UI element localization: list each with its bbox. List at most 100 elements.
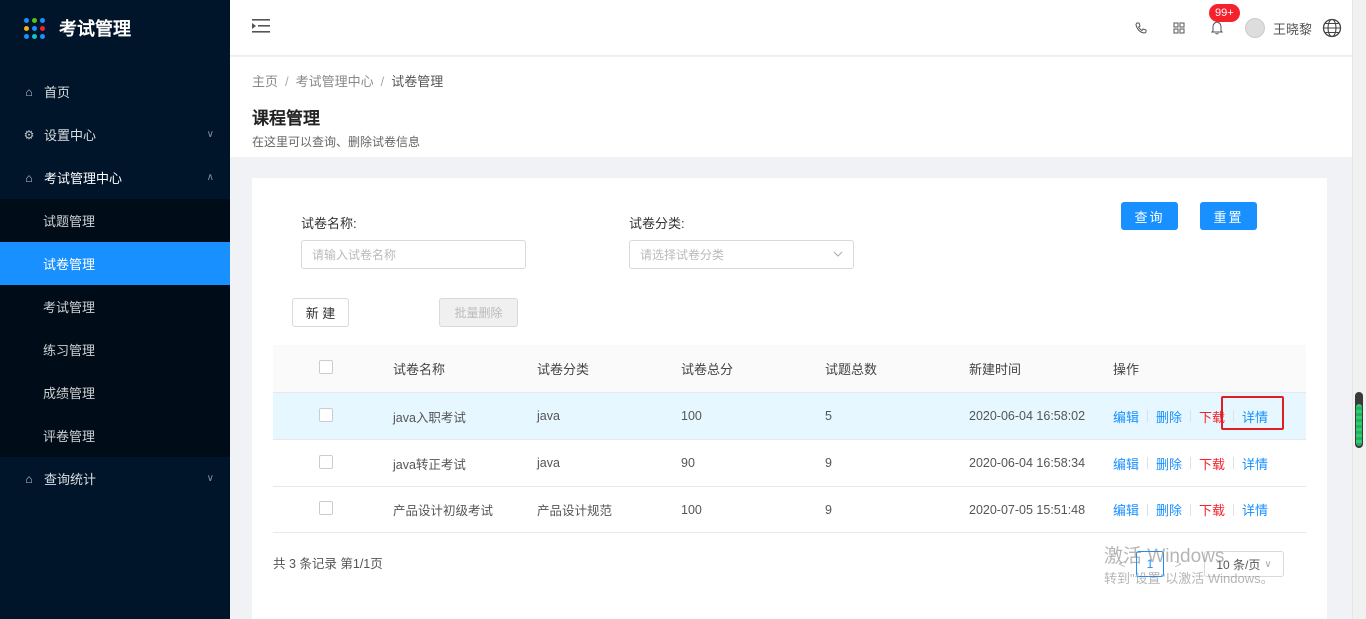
sidebar-subitem-questions[interactable]: 试题管理 <box>0 199 230 242</box>
sidebar-menu: ⌂ 首页 ⚙ 设置中心 ∨ ⌂ 考试管理中心 ∧ 试题管理 试卷管理 考试管理 … <box>0 70 230 500</box>
batch-delete-button[interactable]: 批量删除 <box>439 298 518 327</box>
edit-link[interactable]: 编辑 <box>1113 454 1139 473</box>
chevron-up-icon: ∧ <box>206 172 214 183</box>
sidebar: 考试管理 ⌂ 首页 ⚙ 设置中心 ∨ ⌂ 考试管理中心 ∧ 试题管理 试卷管理 … <box>0 0 230 619</box>
paper-score: 90 <box>681 456 695 470</box>
sidebar-item-label: 考试管理中心 <box>44 171 123 186</box>
edit-link[interactable]: 编辑 <box>1113 500 1139 519</box>
notification-badge: 99+ <box>1208 4 1240 22</box>
paper-name: 产品设计初级考试 <box>393 504 494 518</box>
column-header: 试卷分类 <box>537 362 590 377</box>
paper-name: java入职考试 <box>393 410 466 425</box>
column-header: 试卷名称 <box>393 362 446 377</box>
paper-score: 100 <box>681 409 702 423</box>
papers-table: 试卷名称 试卷分类 试卷总分 试题总数 新建时间 操作 java入职考试 jav… <box>273 345 1306 533</box>
avatar[interactable] <box>1244 18 1265 38</box>
phone-icon[interactable] <box>1127 14 1155 42</box>
paper-created-time: 2020-06-04 16:58:34 <box>969 456 1086 470</box>
sidebar-subitem-papers[interactable]: 试卷管理 <box>0 242 230 285</box>
paper-created-time: 2020-07-05 15:51:48 <box>969 502 1086 517</box>
row-checkbox[interactable] <box>319 501 333 515</box>
query-button[interactable]: 查询 <box>1121 202 1178 230</box>
column-header: 操作 <box>1113 362 1140 377</box>
column-header: 新建时间 <box>969 362 1022 377</box>
sidebar-subitem-grading[interactable]: 评卷管理 <box>0 414 230 457</box>
breadcrumb-home[interactable]: 主页 <box>252 74 278 89</box>
select-all-checkbox[interactable] <box>319 360 333 374</box>
reset-button[interactable]: 重置 <box>1200 202 1257 230</box>
pagination-summary: 共 3 条记录 第1/1页 <box>273 557 383 571</box>
download-link[interactable]: 下载 <box>1199 454 1225 473</box>
paper-name: java转正考试 <box>393 457 466 472</box>
sidebar-item-home[interactable]: ⌂ 首页 <box>0 70 230 113</box>
app-logo[interactable]: 考试管理 <box>0 0 230 56</box>
breadcrumb-exam-center[interactable]: 考试管理中心 <box>296 74 374 89</box>
column-header: 试卷总分 <box>681 362 734 377</box>
sidebar-item-label: 设置中心 <box>44 128 97 143</box>
sidebar-item-statistics[interactable]: ⌂ 查询统计 ∨ <box>0 457 230 500</box>
paper-category-label: 试卷分类: <box>629 216 685 231</box>
apps-grid-icon <box>24 17 45 39</box>
detail-highlight-box <box>1221 396 1284 430</box>
globe-icon[interactable] <box>1322 18 1342 38</box>
column-header: 试题总数 <box>825 362 878 377</box>
chevron-down-icon: ∨ <box>206 129 214 140</box>
home-icon: ⌂ <box>25 170 33 185</box>
delete-link[interactable]: 删除 <box>1156 407 1182 426</box>
home-icon: ⌂ <box>25 84 33 99</box>
page-description: 在这里可以查询、删除试卷信息 <box>252 135 421 149</box>
detail-link[interactable]: 详情 <box>1242 454 1268 473</box>
row-actions: 编辑 删除 下载 详情 <box>1113 500 1303 519</box>
paper-question-count: 9 <box>825 502 832 517</box>
breadcrumb-current: 试卷管理 <box>391 74 444 89</box>
paper-name-label: 试卷名称: <box>301 216 357 231</box>
row-checkbox[interactable] <box>319 407 333 422</box>
windows-activation-hint: 转到"设置"以激活 Windows。 <box>1104 571 1274 586</box>
sidebar-item-label: 首页 <box>44 85 71 100</box>
chevron-down-icon <box>833 251 843 257</box>
sidebar-item-exam-center[interactable]: ⌂ 考试管理中心 ∧ <box>0 156 230 199</box>
home-icon: ⌂ <box>25 471 33 486</box>
paper-score: 100 <box>681 502 702 517</box>
download-link[interactable]: 下载 <box>1199 500 1225 519</box>
username[interactable]: 王晓黎 <box>1273 19 1312 38</box>
edit-link[interactable]: 编辑 <box>1113 407 1139 426</box>
paper-question-count: 5 <box>825 409 832 423</box>
breadcrumb: 主页 / 考试管理中心 / 试卷管理 <box>252 74 444 89</box>
paper-category: java <box>537 456 560 470</box>
detail-link[interactable]: 详情 <box>1242 500 1268 519</box>
sidebar-submenu: 试题管理 试卷管理 考试管理 练习管理 成绩管理 评卷管理 <box>0 199 230 457</box>
row-checkbox[interactable] <box>319 454 333 469</box>
gear-icon: ⚙ <box>23 127 35 142</box>
top-header: 99+ 王晓黎 <box>230 0 1352 56</box>
paper-category-select[interactable]: 请选择试卷分类 <box>629 240 854 269</box>
vertical-scrollbar[interactable] <box>1352 0 1366 619</box>
page-header: 主页 / 考试管理中心 / 试卷管理 课程管理 在这里可以查询、删除试卷信息 <box>230 57 1352 157</box>
sidebar-subitem-exams[interactable]: 考试管理 <box>0 285 230 328</box>
delete-link[interactable]: 删除 <box>1156 500 1182 519</box>
select-placeholder: 请选择试卷分类 <box>640 248 725 262</box>
paper-created-time: 2020-06-04 16:58:02 <box>969 409 1086 423</box>
paper-question-count: 9 <box>825 456 832 470</box>
bell-icon[interactable]: 99+ <box>1203 4 1240 42</box>
windows-activation-watermark: 激活 Windows <box>1104 546 1225 567</box>
header-actions: 99+ 王晓黎 <box>1117 0 1342 56</box>
sidebar-item-settings[interactable]: ⚙ 设置中心 ∨ <box>0 113 230 156</box>
app-title: 考试管理 <box>59 19 131 39</box>
paper-category: java <box>537 409 560 423</box>
delete-link[interactable]: 删除 <box>1156 454 1182 473</box>
row-actions: 编辑 删除 下载 详情 <box>1113 454 1303 473</box>
sidebar-subitem-practice[interactable]: 练习管理 <box>0 328 230 371</box>
paper-name-input[interactable]: 请输入试卷名称 <box>301 240 526 269</box>
grid-icon[interactable] <box>1165 14 1193 42</box>
page-title: 课程管理 <box>252 109 320 128</box>
sidebar-subitem-scores[interactable]: 成绩管理 <box>0 371 230 414</box>
menu-fold-icon[interactable] <box>252 18 270 34</box>
scrollbar-grip <box>1356 404 1362 446</box>
chevron-down-icon: ∨ <box>206 473 214 484</box>
paper-category: 产品设计规范 <box>537 504 613 518</box>
table-header: 试卷名称 试卷分类 试卷总分 试题总数 新建时间 操作 <box>273 345 1306 392</box>
table-row: java入职考试 java 100 5 2020-06-04 16:58:02 … <box>273 392 1306 439</box>
new-button[interactable]: 新 建 <box>292 298 349 327</box>
table-row: java转正考试 java 90 9 2020-06-04 16:58:34 编… <box>273 439 1306 486</box>
